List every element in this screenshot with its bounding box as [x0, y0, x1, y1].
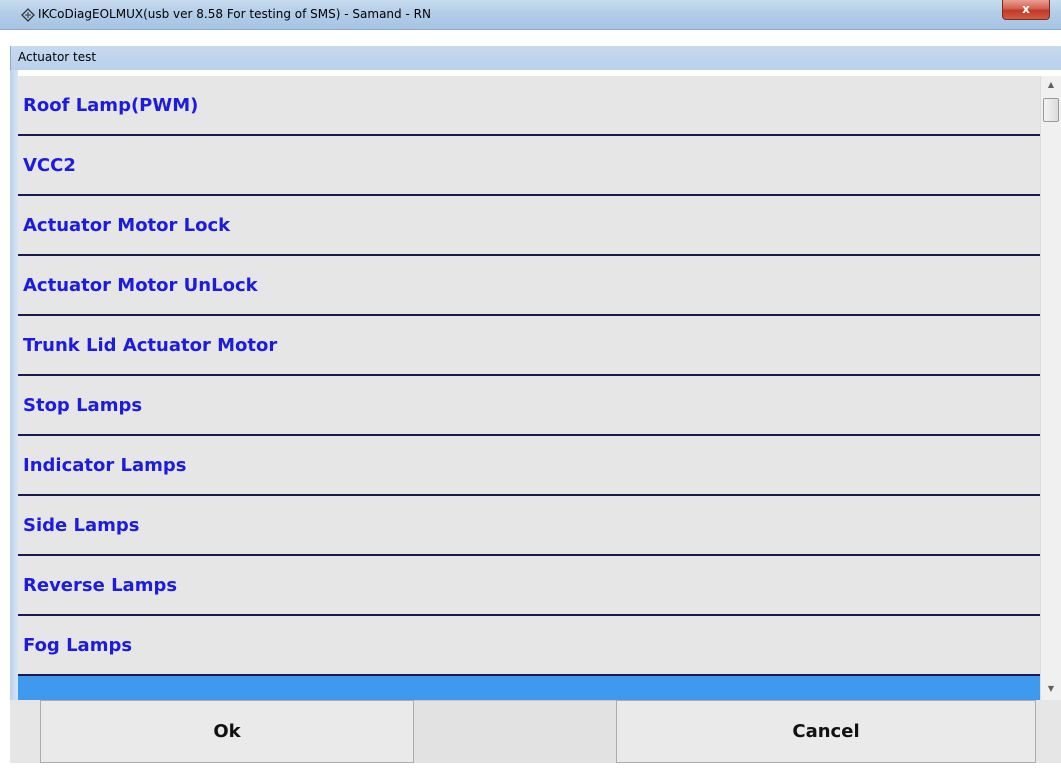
scroll-down-arrow-icon[interactable]: ▼ [1041, 680, 1061, 698]
vertical-scrollbar[interactable]: ▲ ▼ [1040, 76, 1061, 700]
list-item-stop-lamps[interactable]: Stop Lamps [18, 376, 1040, 436]
list-item-side-lamps[interactable]: Side Lamps [18, 496, 1040, 556]
close-button[interactable]: x [1002, 0, 1050, 20]
list-item-actuator-motor-lock[interactable]: Actuator Motor Lock [18, 196, 1040, 256]
scroll-thumb[interactable] [1043, 98, 1059, 122]
list-item-vcc2[interactable]: VCC2 [18, 136, 1040, 196]
list-item-trunk-lid-actuator-motor[interactable]: Trunk Lid Actuator Motor [18, 316, 1040, 376]
cancel-button[interactable]: Cancel [616, 700, 1036, 763]
ok-button[interactable]: Ok [40, 700, 414, 763]
list-item-actuator-motor-unlock[interactable]: Actuator Motor UnLock [18, 256, 1040, 316]
list-item-label: Actuator Motor Lock [23, 214, 231, 236]
list-item-reverse-lamps[interactable]: Reverse Lamps [18, 556, 1040, 616]
list-item-label: VCC2 [23, 154, 76, 176]
button-spacer [414, 700, 616, 763]
list-item-label: Side Lamps [23, 514, 140, 536]
section-header [10, 46, 1061, 70]
list-item-roof-lamp[interactable]: Roof Lamp(PWM) [18, 76, 1040, 136]
list-item-label: Actuator Motor UnLock [23, 274, 258, 296]
bottom-edge [0, 763, 1061, 769]
list-item-fog-lamps[interactable]: Fog Lamps [18, 616, 1040, 676]
title-bar: IKCoDiagEOLMUX(usb ver 8.58 For testing … [0, 0, 1061, 30]
list-item-label: Roof Lamp(PWM) [23, 94, 199, 116]
list-item-label: Stop Lamps [23, 394, 143, 416]
scroll-up-arrow-icon[interactable]: ▲ [1041, 76, 1061, 94]
window-title: IKCoDiagEOLMUX(usb ver 8.58 For testing … [38, 7, 431, 21]
button-bar: Ok Cancel [10, 700, 1061, 763]
list-item-label: Trunk Lid Actuator Motor [23, 334, 278, 356]
list-item-indicator-lamps[interactable]: Indicator Lamps [18, 436, 1040, 496]
list-item-selected[interactable] [18, 676, 1040, 700]
frame-border [10, 70, 18, 700]
list-item-label: Reverse Lamps [23, 574, 178, 596]
list-item-label: Fog Lamps [23, 634, 133, 656]
list-item-label: Indicator Lamps [23, 454, 187, 476]
diagnostic-app-icon [21, 8, 35, 22]
actuator-list[interactable]: Roof Lamp(PWM) VCC2 Actuator Motor Lock … [18, 76, 1040, 700]
section-title: Actuator test [18, 50, 97, 64]
